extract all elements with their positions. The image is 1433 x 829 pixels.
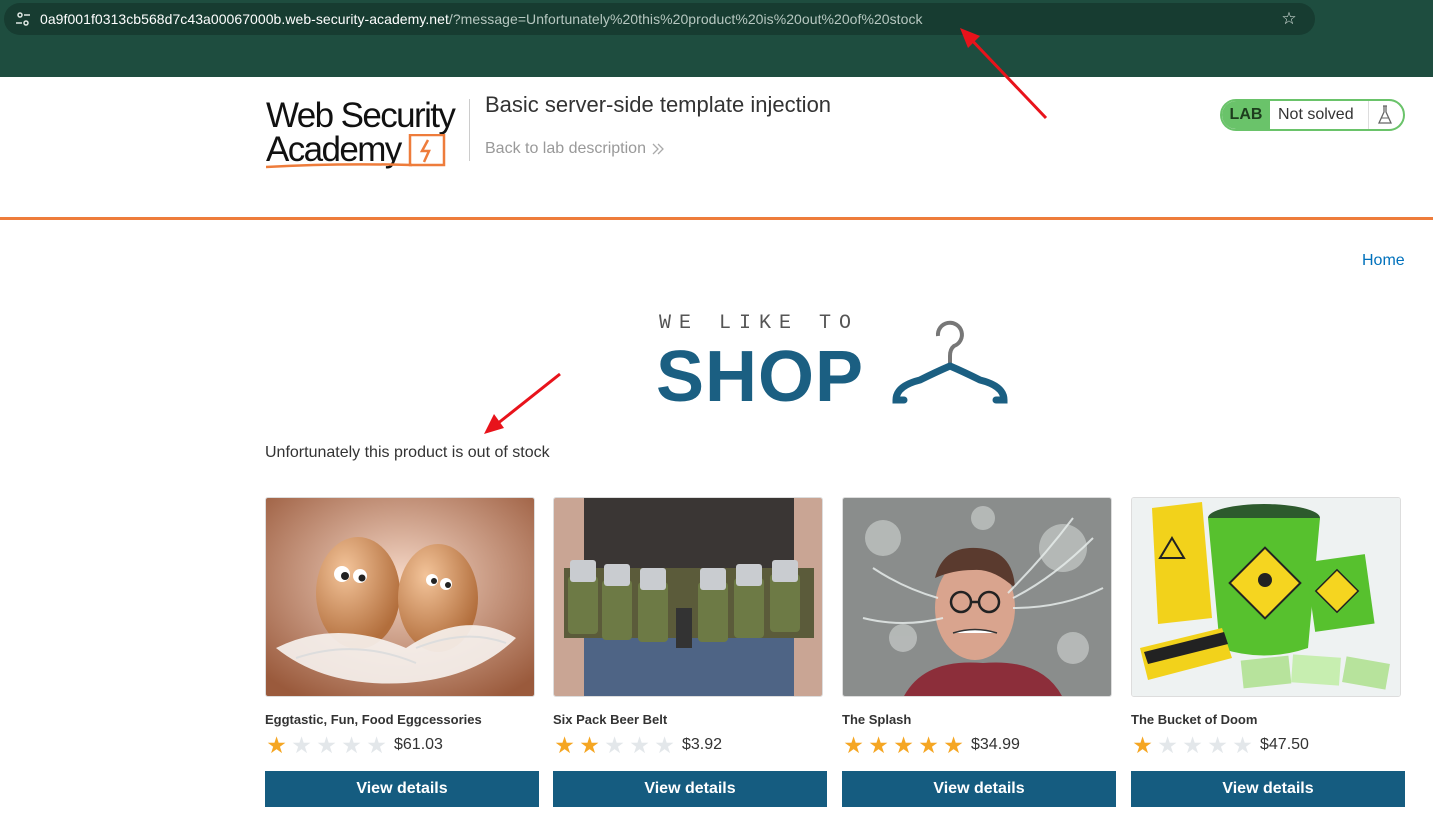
product-image-bucket-of-doom[interactable] bbox=[1131, 497, 1401, 697]
product-card: Eggtastic, Fun, Food Eggcessories ★ ★ ★ ★ ★ … bbox=[265, 497, 539, 807]
academy-header: Web Security Academy Basic server-side t… bbox=[0, 77, 1433, 220]
shop-logo-word: SHOP bbox=[656, 337, 865, 417]
product-price: $34.99 bbox=[971, 736, 1020, 753]
star-empty-icon: ★ bbox=[316, 732, 337, 758]
star-filled-icon: ★ bbox=[266, 732, 287, 758]
star-rating: ★ ★ ★ ★ ★ bbox=[553, 733, 676, 757]
star-filled-icon: ★ bbox=[868, 732, 889, 758]
rating-row: ★ ★ ★ ★ ★ $3.92 bbox=[553, 733, 827, 757]
rating-row: ★ ★ ★ ★ ★ $61.03 bbox=[265, 733, 539, 757]
star-empty-icon: ★ bbox=[1157, 732, 1178, 758]
hanger-icon bbox=[892, 320, 1008, 404]
star-rating: ★ ★ ★ ★ ★ bbox=[842, 733, 965, 757]
logo-underline bbox=[266, 163, 412, 169]
logo-bolt-icon bbox=[408, 134, 446, 167]
product-price: $61.03 bbox=[394, 736, 443, 753]
product-price: $3.92 bbox=[682, 736, 723, 753]
star-empty-icon: ★ bbox=[291, 732, 312, 758]
product-image-beer-belt[interactable] bbox=[553, 497, 823, 697]
product-name: The Splash bbox=[842, 712, 912, 727]
view-details-button[interactable]: View details bbox=[265, 771, 539, 807]
logo-line1: Web Security bbox=[266, 96, 456, 135]
star-empty-icon: ★ bbox=[1232, 732, 1253, 758]
product-card: The Splash ★ ★ ★ ★ ★ $34.99 View details bbox=[842, 497, 1116, 807]
product-image-splash[interactable] bbox=[842, 497, 1112, 697]
lab-title: Basic server-side template injection bbox=[485, 92, 832, 117]
star-filled-icon: ★ bbox=[843, 732, 864, 758]
url-host: 0a9f001f0313cb568d7c43a00067000b.web-sec… bbox=[40, 11, 449, 27]
view-details-button[interactable]: View details bbox=[1131, 771, 1405, 807]
lab-status-widget: LAB Not solved bbox=[1220, 99, 1405, 131]
double-chevron-right-icon bbox=[652, 143, 664, 155]
back-to-lab-description-link[interactable]: Back to lab description bbox=[485, 140, 664, 158]
rating-row: ★ ★ ★ ★ ★ $47.50 bbox=[1131, 733, 1405, 757]
star-icon[interactable]: ☆ bbox=[1279, 9, 1299, 29]
product-name: The Bucket of Doom bbox=[1131, 712, 1258, 727]
product-name: Eggtastic, Fun, Food Eggcessories bbox=[265, 712, 482, 727]
address-bar[interactable]: 0a9f001f0313cb568d7c43a00067000b.web-sec… bbox=[4, 3, 1315, 35]
url-path: /?message=Unfortunately%20this%20product… bbox=[448, 11, 923, 27]
star-empty-icon: ★ bbox=[366, 732, 387, 758]
view-details-button[interactable]: View details bbox=[842, 771, 1116, 807]
star-filled-icon: ★ bbox=[893, 732, 914, 758]
star-empty-icon: ★ bbox=[1182, 732, 1203, 758]
browser-toolbar: 0a9f001f0313cb568d7c43a00067000b.web-sec… bbox=[0, 0, 1433, 77]
star-empty-icon: ★ bbox=[654, 732, 675, 758]
star-empty-icon: ★ bbox=[1207, 732, 1228, 758]
header-divider bbox=[469, 99, 470, 161]
product-card: Six Pack Beer Belt ★ ★ ★ ★ ★ $3.92 View deta… bbox=[553, 497, 827, 807]
product-grid: Eggtastic, Fun, Food Eggcessories ★ ★ ★ ★ ★ … bbox=[264, 497, 1406, 817]
annotation-arrow-message bbox=[484, 372, 561, 434]
star-empty-icon: ★ bbox=[629, 732, 650, 758]
star-filled-icon: ★ bbox=[554, 732, 575, 758]
view-details-button[interactable]: View details bbox=[553, 771, 827, 807]
star-filled-icon: ★ bbox=[1132, 732, 1153, 758]
rating-row: ★ ★ ★ ★ ★ $34.99 bbox=[842, 733, 1116, 757]
lab-badge: LAB bbox=[1222, 101, 1270, 129]
back-link-label: Back to lab description bbox=[485, 140, 646, 157]
star-filled-icon: ★ bbox=[943, 732, 964, 758]
product-name: Six Pack Beer Belt bbox=[553, 712, 668, 727]
shop-logo-tagline: WE LIKE TO bbox=[659, 312, 860, 335]
star-rating: ★ ★ ★ ★ ★ bbox=[265, 733, 388, 757]
product-price: $47.50 bbox=[1260, 736, 1309, 753]
product-image-eggs[interactable] bbox=[265, 497, 535, 697]
star-empty-icon: ★ bbox=[341, 732, 362, 758]
star-filled-icon: ★ bbox=[918, 732, 939, 758]
flask-icon bbox=[1368, 101, 1400, 129]
lab-status-text: Not solved bbox=[1278, 106, 1354, 123]
url-text[interactable]: 0a9f001f0313cb568d7c43a00067000b.web-sec… bbox=[40, 11, 923, 27]
star-filled-icon: ★ bbox=[579, 732, 600, 758]
product-card: The Bucket of Doom ★ ★ ★ ★ ★ $47.50 View det… bbox=[1131, 497, 1405, 807]
home-link[interactable]: Home bbox=[1362, 252, 1405, 270]
star-rating: ★ ★ ★ ★ ★ bbox=[1131, 733, 1254, 757]
stock-message: Unfortunately this product is out of sto… bbox=[265, 444, 550, 461]
tune-icon[interactable] bbox=[8, 3, 38, 35]
shop-logo: WE LIKE TO SHOP bbox=[656, 312, 1016, 417]
star-empty-icon: ★ bbox=[604, 732, 625, 758]
web-security-academy-logo[interactable]: Web Security Academy bbox=[266, 94, 466, 170]
